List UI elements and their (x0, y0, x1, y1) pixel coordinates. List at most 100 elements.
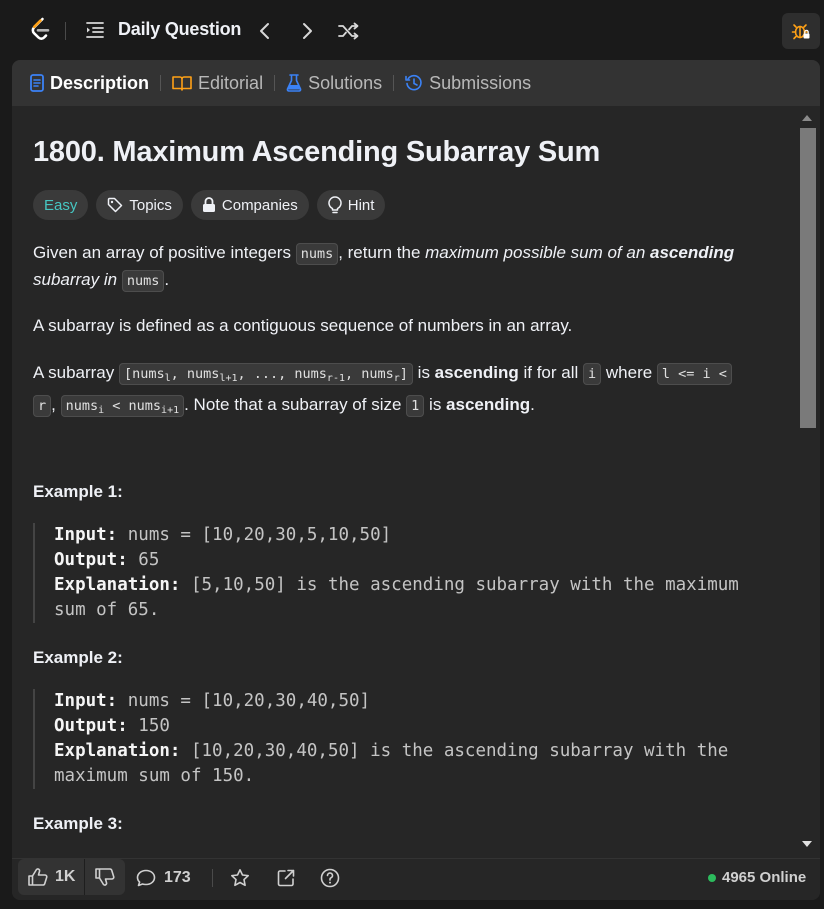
comment-count: 173 (164, 869, 191, 886)
text: if for all (518, 363, 584, 382)
example-heading: Example 3: (33, 814, 123, 833)
label: Output: (54, 550, 128, 570)
tab-solutions[interactable]: Solutions (286, 60, 382, 106)
lightbulb-icon (328, 196, 342, 214)
tab-divider (274, 75, 276, 91)
top-bar: Daily Question (0, 0, 824, 60)
label: Explanation: (54, 741, 181, 761)
hint-chip[interactable]: Hint (316, 190, 386, 220)
divider (65, 22, 66, 40)
example-output: Output: 150 (54, 714, 773, 739)
history-icon (405, 74, 422, 91)
lock-icon (202, 197, 215, 212)
label: Input: (54, 691, 118, 711)
label: Output: (54, 716, 128, 736)
tab-submissions[interactable]: Submissions (405, 60, 531, 106)
text: is (412, 363, 435, 382)
text: A subarray (33, 363, 119, 382)
comments-button[interactable]: 173 (136, 866, 191, 890)
example-output: Output: 65 (54, 548, 773, 573)
vote-group: 1K (18, 859, 126, 895)
problem-list-icon[interactable] (85, 21, 105, 39)
online-count: 4965 Online (722, 869, 807, 886)
inline-code: [numsl, numsl+1, ..., numsr-1, numsr] (119, 363, 413, 385)
emphasis-text: maximum possible sum of an (425, 243, 651, 262)
scroll-thumb[interactable] (800, 128, 816, 428)
description-paragraph: A subarray is defined as a contiguous se… (33, 316, 573, 335)
text: . (164, 270, 170, 289)
example-heading: Example 2: (33, 648, 123, 667)
document-icon (30, 74, 44, 92)
tab-label: Solutions (308, 72, 383, 93)
text: . Note that a subarray of size (184, 395, 407, 414)
text: where (601, 363, 657, 382)
example-explanation: Explanation: [5,10,50] is the ascending … (54, 573, 773, 598)
chevron-left-icon (260, 23, 269, 39)
example-input: Input: nums = [10,20,30,5,10,50] (54, 523, 773, 548)
bug-icon (791, 24, 810, 40)
favorite-button[interactable] (230, 866, 250, 890)
strong-text: ascending (446, 395, 531, 414)
divider (212, 869, 213, 887)
dislike-button[interactable] (85, 859, 125, 895)
tab-divider (393, 75, 395, 91)
strong-text: ascending (650, 243, 735, 262)
scroll-down-arrow-icon[interactable] (802, 841, 812, 847)
comment-icon (136, 869, 156, 887)
question-circle-icon (320, 868, 340, 888)
example-block: Input: nums = [10,20,30,5,10,50] Output:… (33, 523, 773, 623)
shuffle-button[interactable] (336, 20, 362, 42)
prev-question-button[interactable] (254, 20, 276, 42)
inline-code: nums (295, 243, 339, 265)
star-icon (231, 869, 249, 887)
inline-code: 1 (406, 395, 425, 417)
example-block: Input: nums = [10,20,30,40,50] Output: 1… (33, 689, 773, 789)
value: nums = [10,20,30,5,10,50] (117, 525, 392, 545)
tab-label: Description (50, 72, 150, 93)
like-count: 1K (55, 868, 76, 885)
difficulty-badge: Easy (33, 190, 89, 220)
companies-chip[interactable]: Companies (190, 190, 309, 220)
example-input: Input: nums = [10,20,30,40,50] (54, 689, 773, 714)
shuffle-icon (338, 22, 359, 40)
tab-editorial[interactable]: Editorial (172, 60, 263, 106)
share-button[interactable] (276, 866, 296, 890)
leetcode-logo-icon[interactable] (28, 17, 52, 43)
scroll-up-arrow-icon[interactable] (802, 115, 812, 121)
tab-divider (160, 75, 162, 91)
label: Input: (54, 525, 118, 545)
external-link-icon (277, 869, 295, 887)
value: 150 (127, 716, 170, 736)
description-paragraph: Given an array of positive integers nums… (33, 240, 778, 294)
tab-description[interactable]: Description (30, 60, 149, 106)
example-explanation: Explanation: [10,20,30,40,50] is the asc… (54, 739, 773, 764)
tab-label: Editorial (198, 72, 264, 93)
description-panel: Description Editorial Solutions Submissi… (12, 60, 820, 900)
problem-tags: Easy Topics Companies Hint (33, 190, 386, 220)
chevron-right-icon (303, 23, 312, 39)
debug-button[interactable] (782, 13, 820, 49)
value: nums = [10,20,30,40,50] (117, 691, 371, 711)
problem-title[interactable]: 1800. Maximum Ascending Subarray Sum (33, 136, 600, 169)
emphasis-text: subarray in (33, 270, 122, 289)
daily-question-title[interactable]: Daily Question (118, 19, 241, 40)
help-button[interactable] (320, 866, 340, 890)
next-question-button[interactable] (296, 20, 318, 42)
inline-code: i (583, 363, 602, 385)
like-button[interactable]: 1K (18, 859, 84, 895)
topics-chip[interactable]: Topics (96, 190, 183, 220)
example-heading: Example 1: (33, 482, 123, 501)
online-status: 4965 Online (708, 869, 806, 886)
online-dot-icon (708, 873, 716, 882)
tag-icon (108, 197, 123, 213)
inline-code: numsi < numsi+1 (60, 395, 185, 417)
text: , return the (338, 243, 426, 262)
inline-code: r (33, 395, 52, 417)
example-explanation-cont: sum of 65. (54, 600, 160, 620)
strong-text: ascending (434, 363, 519, 382)
value: [10,20,30,40,50] is the ascending subarr… (180, 741, 729, 761)
bottom-bar: 1K 173 4965 Online (12, 858, 820, 900)
chip-label: Companies (221, 196, 298, 214)
thumbs-down-icon (95, 868, 115, 886)
chip-label: Hint (347, 196, 375, 214)
